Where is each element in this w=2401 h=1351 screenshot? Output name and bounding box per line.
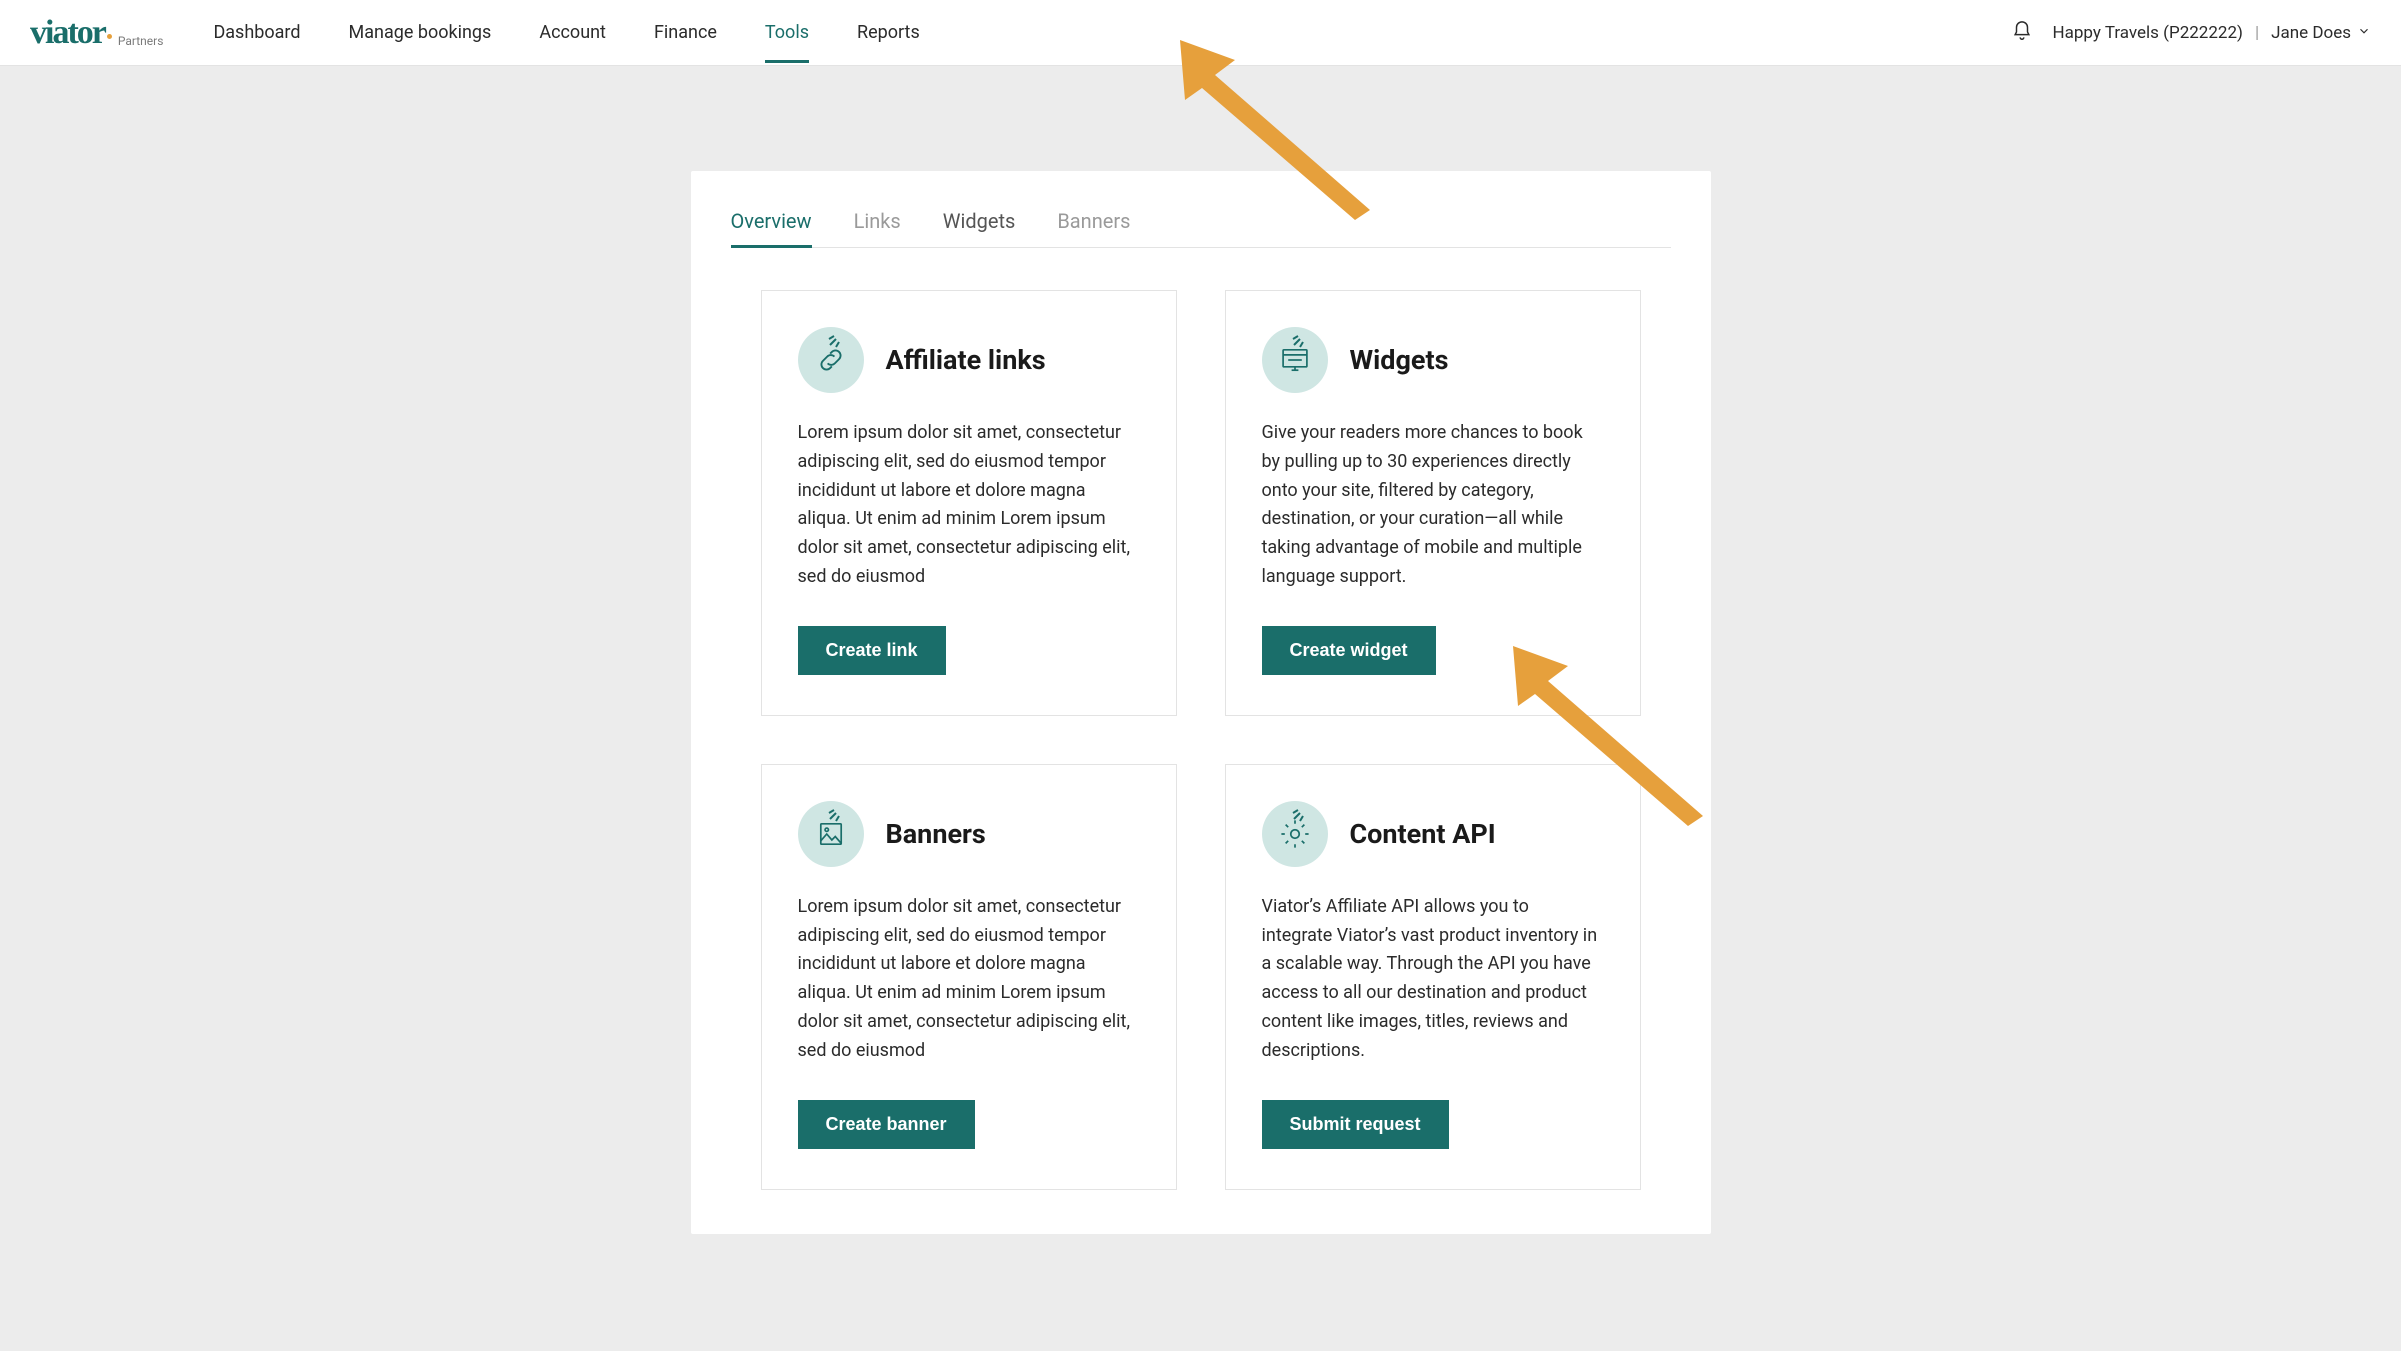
link-icon — [798, 327, 864, 393]
chevron-down-icon — [2357, 23, 2371, 43]
card-grid: Affiliate links Lorem ipsum dolor sit am… — [731, 290, 1671, 1190]
create-link-button[interactable]: Create link — [798, 626, 946, 675]
card-body: Viator’s Affiliate API allows you to int… — [1262, 893, 1604, 1066]
card-title: Banners — [886, 818, 986, 850]
card-affiliate-links: Affiliate links Lorem ipsum dolor sit am… — [761, 290, 1177, 716]
card-body: Lorem ipsum dolor sit amet, consectetur … — [798, 893, 1140, 1066]
nav-manage-bookings[interactable]: Manage bookings — [349, 2, 492, 63]
widget-icon — [1262, 327, 1328, 393]
card-title: Widgets — [1350, 344, 1449, 376]
image-icon — [798, 801, 864, 867]
card-content-api: Content API Viator’s Affiliate API allow… — [1225, 764, 1641, 1190]
main-nav: Dashboard Manage bookings Account Financ… — [213, 2, 2010, 63]
card-banners: Banners Lorem ipsum dolor sit amet, cons… — [761, 764, 1177, 1190]
bell-icon[interactable] — [2011, 20, 2033, 46]
header-right: Happy Travels (P222222) | Jane Does — [2011, 20, 2371, 46]
nav-account[interactable]: Account — [539, 2, 606, 63]
card-title: Content API — [1350, 818, 1496, 850]
tab-widgets[interactable]: Widgets — [943, 209, 1016, 247]
tab-links[interactable]: Links — [854, 209, 901, 247]
card-widgets: Widgets Give your readers more chances t… — [1225, 290, 1641, 716]
tab-overview[interactable]: Overview — [731, 209, 812, 247]
logo[interactable]: viator Partners — [30, 16, 163, 50]
account-company: Happy Travels (P222222) — [2053, 23, 2243, 43]
nav-finance[interactable]: Finance — [654, 2, 717, 63]
sub-nav: Overview Links Widgets Banners — [731, 209, 1671, 248]
top-header: viator Partners Dashboard Manage booking… — [0, 0, 2401, 66]
create-widget-button[interactable]: Create widget — [1262, 626, 1436, 675]
account-user: Jane Does — [2271, 23, 2351, 43]
nav-tools[interactable]: Tools — [765, 2, 809, 63]
nav-reports[interactable]: Reports — [857, 2, 920, 63]
submit-request-button[interactable]: Submit request — [1262, 1100, 1449, 1149]
card-body: Lorem ipsum dolor sit amet, consectetur … — [798, 419, 1140, 592]
card-body: Give your readers more chances to book b… — [1262, 419, 1604, 592]
nav-dashboard[interactable]: Dashboard — [213, 2, 300, 63]
card-title: Affiliate links — [886, 344, 1046, 376]
account-menu[interactable]: Happy Travels (P222222) | Jane Does — [2053, 23, 2371, 43]
tools-panel: Overview Links Widgets Banners Affiliate… — [691, 171, 1711, 1234]
tab-banners[interactable]: Banners — [1057, 209, 1130, 247]
gear-icon — [1262, 801, 1328, 867]
logo-subtext: Partners — [118, 34, 164, 48]
logo-text: viator — [30, 16, 112, 50]
create-banner-button[interactable]: Create banner — [798, 1100, 975, 1149]
